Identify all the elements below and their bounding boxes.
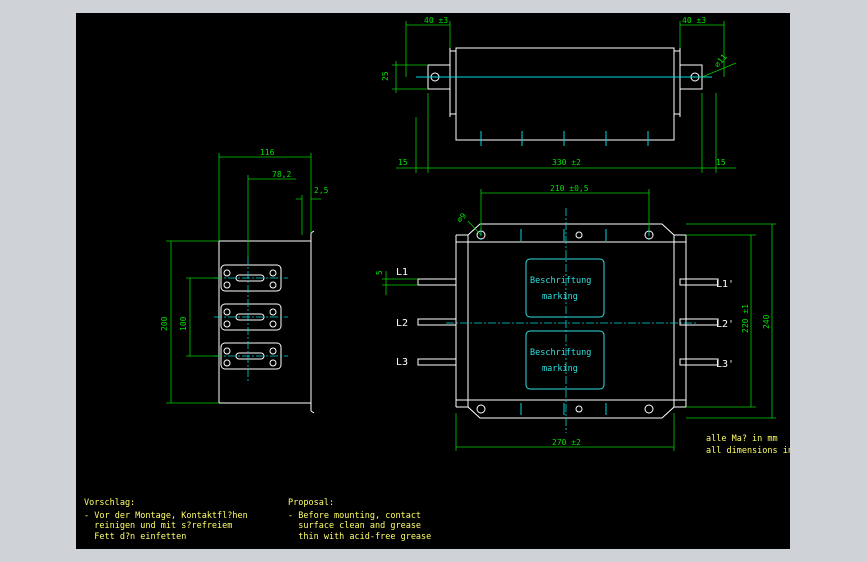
marking-box-upper [525,258,605,318]
dim-top-40-right: 40 ±3 [682,16,706,25]
front-view: Beschriftung marking Beschriftung markin… [375,184,776,451]
dim-side-100: 100 [179,316,188,331]
note-en-line2: surface clean and grease [288,521,421,531]
dim-top-25: 25 [381,71,390,81]
dim-top-15-left: 15 [398,158,408,167]
marking-upper-line1: Beschriftung [530,276,591,286]
units-note-line1: alle Ma? in mm [706,434,778,444]
marking-box-lower [525,330,605,390]
top-view-body [455,47,675,141]
drawing-canvas: 40 ±3 40 ±3 25 ⌀11 15 330 ±2 15 116 78,2… [84,16,790,542]
note-en-line1: - Before mounting, contact [288,511,421,521]
dim-side-78: 78,2 [272,170,291,179]
marking-upper-line2: marking [542,292,578,302]
dim-top-40-left: 40 ±3 [424,16,448,25]
dim-front-5: 5 [375,270,384,275]
terminal-label-l1: L1 [396,267,408,278]
dim-front-270: 270 ±2 [552,438,581,447]
side-view: 116 78,2 2,5 200 100 [160,148,329,414]
top-view: 40 ±3 40 ±3 25 ⌀11 15 330 ±2 15 [381,16,737,173]
dim-top-15-right: 15 [716,158,726,167]
units-note-line2: all dimensions in mm [706,446,790,456]
terminal-label-l3: L3 [396,357,408,368]
dim-side-2-5: 2,5 [314,186,329,195]
note-en-line3: thin with acid-free grease [288,532,431,542]
marking-lower-line1: Beschriftung [530,348,591,358]
dim-front-220: 220 ±1 [741,304,750,333]
drawing-sheet: 40 ±3 40 ±3 25 ⌀11 15 330 ±2 15 116 78,2… [76,13,790,549]
note-de-line2: reinigen und mit s?refreiem [84,521,232,531]
dim-front-phi9: ⌀9 [455,211,468,224]
terminal-label-l2: L2 [396,318,408,329]
dim-side-200: 200 [160,316,169,331]
terminal-label-l3-prime: L3' [716,359,734,370]
marking-lower-line2: marking [542,364,578,374]
dim-front-210: 210 ±0,5 [550,184,589,193]
dim-top-330: 330 ±2 [552,158,581,167]
note-en-title: Proposal: [288,498,334,508]
dim-front-240: 240 [762,314,771,329]
note-de-line3: Fett d?n einfetten [84,532,186,542]
dim-side-116: 116 [260,148,275,157]
note-de-line1: - Vor der Montage, Kontaktfl?hen [84,511,248,521]
terminal-label-l1-prime: L1' [716,279,734,290]
note-de-title: Vorschlag: [84,498,135,508]
terminal-label-l2-prime: L2' [716,319,734,330]
assembly-notes: Vorschlag: - Vor der Montage, Kontaktfl?… [84,498,431,542]
